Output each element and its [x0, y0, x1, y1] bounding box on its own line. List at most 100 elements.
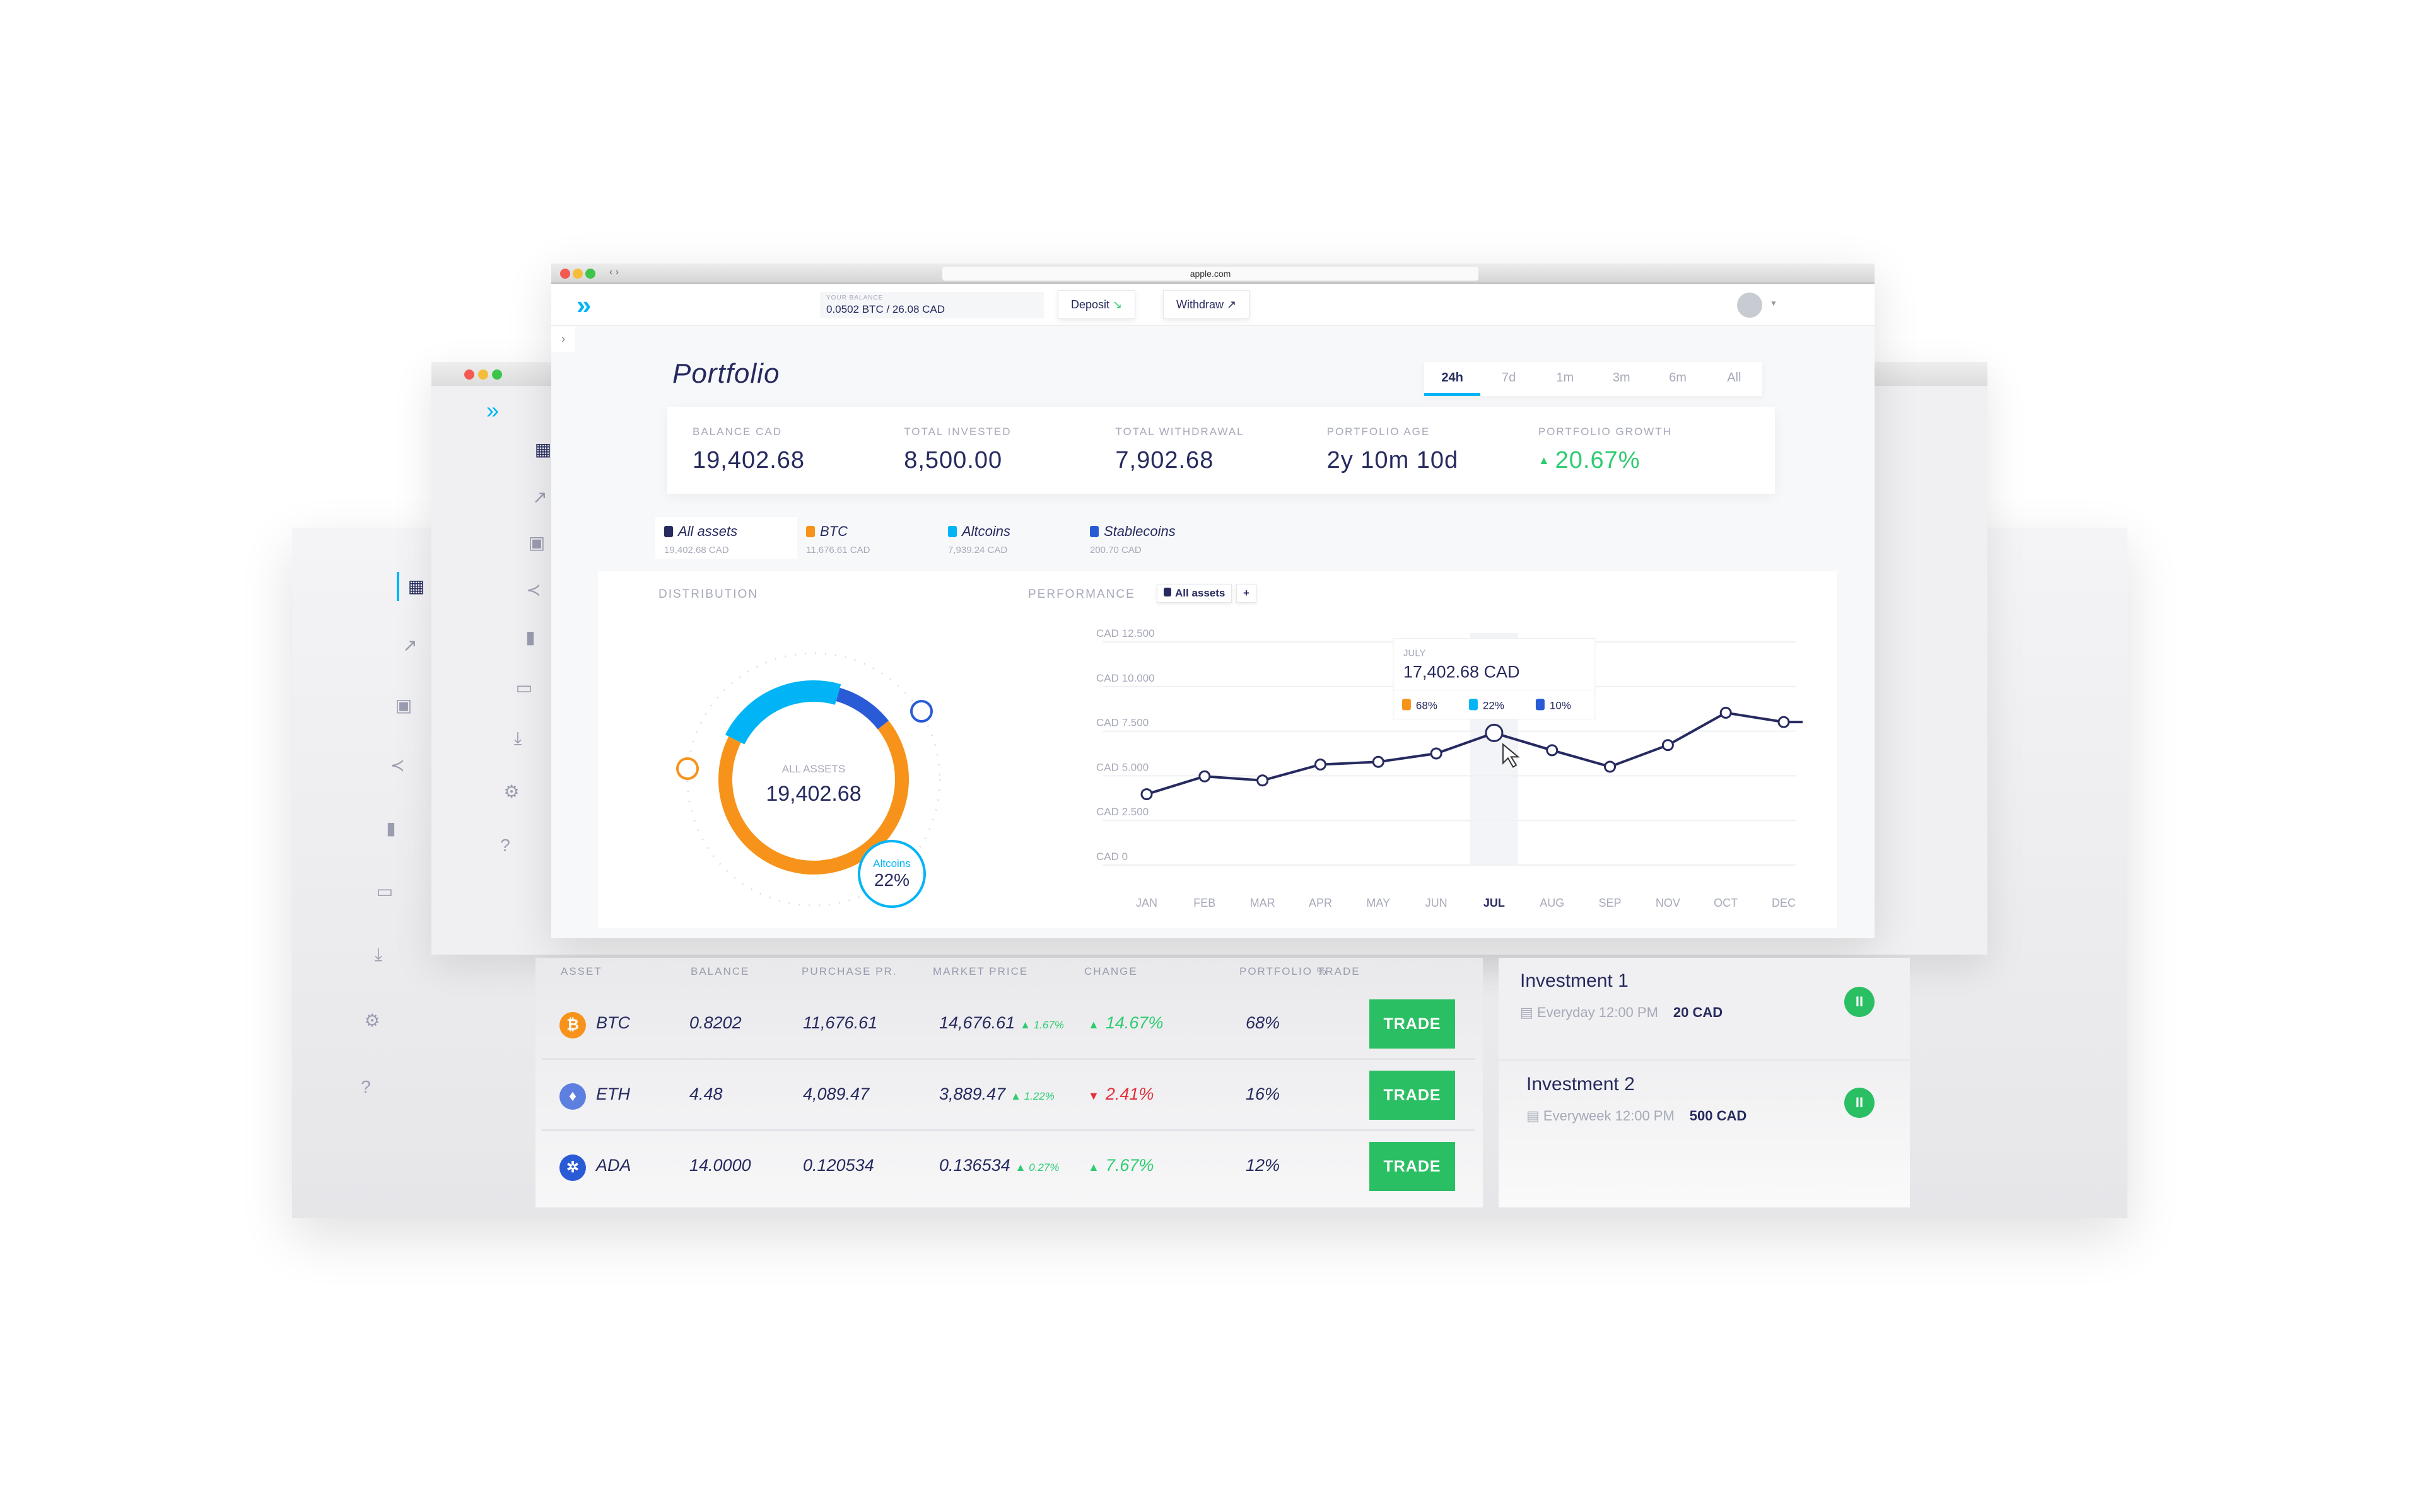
pause-button[interactable]: II [1844, 987, 1875, 1017]
share-icon[interactable]: ≺ [387, 755, 408, 776]
color-swatch-icon [664, 526, 673, 537]
investment-schedule: ▤ Everyday 12:00 PM 20 CAD [1520, 1004, 1723, 1020]
book-icon[interactable]: ▮ [380, 818, 402, 839]
book-icon[interactable]: ▮ [520, 627, 541, 648]
data-point-nov [1661, 739, 1674, 752]
expand-sidebar-button[interactable]: › [551, 327, 575, 352]
column-header: PURCHASE PR. [802, 965, 898, 977]
withdraw-button[interactable]: Withdraw ↗ [1163, 290, 1250, 319]
monitor-icon[interactable]: ▭ [513, 677, 535, 699]
performance-filter-all-assets[interactable]: All assets [1157, 584, 1232, 603]
close-dot[interactable] [464, 369, 474, 380]
help-icon[interactable]: ? [494, 835, 516, 856]
y-tick-label: CAD 0 [1096, 851, 1128, 863]
arrow-up-icon: ▲ [1538, 454, 1550, 467]
dashboard-icon[interactable]: ▦ [406, 576, 427, 597]
table-row: ♦ ETH 4.48 4,089.47 3,889.47 ▲ 1.22% ▼ 2.41% 16%… [542, 1061, 1475, 1131]
performance-label: PERFORMANCE [1028, 588, 1135, 601]
maximize-dot[interactable] [585, 269, 595, 279]
add-filter-button[interactable]: + [1236, 584, 1256, 603]
avatar[interactable] [1737, 293, 1762, 318]
tab-7d[interactable]: 7d [1480, 362, 1536, 396]
asset-tab-value: 7,939.24 CAD [948, 545, 1008, 555]
purchase-price-cell: 0.120534 [803, 1156, 874, 1175]
back-forward-icon[interactable]: ‹ › [609, 267, 619, 278]
investment-card-1[interactable]: Investment 1 ▤ Everyday 12:00 PM 20 CAD I… [1499, 958, 1910, 1059]
x-tick-label: FEB [1193, 897, 1215, 909]
portfolio-percent-cell: 16% [1246, 1085, 1280, 1103]
x-tick-label: APR [1309, 897, 1332, 909]
maximize-dot[interactable] [492, 369, 502, 380]
portfolio-percent-cell: 68% [1246, 1013, 1280, 1032]
color-swatch-icon [948, 526, 957, 537]
asset-tab[interactable]: All assets 19,402.68 CAD [655, 517, 797, 559]
asset-name: BTC [596, 1013, 630, 1032]
stats-card: BALANCE CAD 19,402.68 TOTAL INVESTED 8,500.… [667, 407, 1775, 494]
stat-item: PORTFOLIO GROWTH ▲ 20.67% [1538, 426, 1750, 475]
data-point-sep [1604, 760, 1617, 773]
trend-icon[interactable]: ↗ [529, 487, 551, 508]
asset-tab-value: 200.70 CAD [1090, 545, 1142, 555]
column-header: PORTFOLIO % [1239, 965, 1328, 977]
wallet-icon[interactable]: ▣ [393, 695, 414, 716]
minimize-dot[interactable] [478, 369, 488, 380]
balance-label: YOUR BALANCE [826, 294, 884, 301]
deposit-button[interactable]: Deposit ↘ [1058, 290, 1136, 319]
minimize-dot[interactable] [573, 269, 583, 279]
table-row: ✲ ADA 14.0000 0.120534 0.136534 ▲ 0.27% ▲ 7.67%… [542, 1132, 1475, 1202]
dashboard-icon[interactable]: ▦ [532, 439, 554, 460]
ethereum-icon: ♦ [559, 1083, 586, 1110]
y-tick-label: CAD 5.000 [1096, 761, 1149, 773]
download-icon[interactable]: ⤓ [368, 944, 389, 965]
x-tick-label: MAR [1250, 897, 1275, 909]
asset-tab-label: BTC [806, 523, 930, 540]
trade-button[interactable]: TRADE [1369, 999, 1455, 1049]
asset-name: ADA [596, 1156, 631, 1175]
stat-value: 19,402.68 [693, 447, 805, 474]
x-tick-label: DEC [1772, 897, 1796, 909]
trade-button[interactable]: TRADE [1369, 1142, 1455, 1191]
investment-schedule: ▤ Everyweek 12:00 PM 500 CAD [1526, 1108, 1747, 1124]
altcoins-callout[interactable]: Altcoins 22% [858, 840, 926, 908]
purchase-price-cell: 11,676.61 [803, 1013, 878, 1032]
tab-1m[interactable]: 1m [1537, 362, 1593, 396]
chevron-down-icon[interactable]: ▼ [1770, 299, 1777, 308]
browser-toolbar: ‹ › apple.com [551, 264, 1875, 284]
investment-card-2[interactable]: Investment 2 ▤ Everyweek 12:00 PM 500 CAD… [1499, 1061, 1910, 1207]
asset-tab-label: Stablecoins [1090, 523, 1214, 540]
settings-icon[interactable]: ⚙ [501, 781, 522, 803]
arrow-down-icon: ▼ [1088, 1090, 1099, 1102]
stat-value: 7,902.68 [1115, 447, 1214, 474]
balance-cell: 14.0000 [689, 1156, 751, 1175]
trade-button[interactable]: TRADE [1369, 1071, 1455, 1120]
share-icon[interactable]: ≺ [523, 579, 544, 601]
help-icon[interactable]: ? [355, 1076, 377, 1098]
asset-tab[interactable]: BTC 11,676.61 CAD [797, 517, 939, 559]
pause-button[interactable]: II [1844, 1088, 1875, 1118]
asset-tab[interactable]: Altcoins 7,939.24 CAD [939, 517, 1081, 559]
download-icon[interactable]: ⤓ [507, 728, 529, 749]
withdraw-icon: ↗ [1227, 298, 1237, 311]
close-dot[interactable] [560, 269, 570, 279]
tooltip-value: 17,402.68 CAD [1403, 662, 1520, 681]
wallet-icon[interactable]: ▣ [526, 532, 547, 554]
trend-icon[interactable]: ↗ [399, 635, 421, 656]
asset-tab[interactable]: Stablecoins 200.70 CAD [1081, 517, 1223, 559]
monitor-icon[interactable]: ▭ [374, 881, 395, 902]
investment-title: Investment 2 [1526, 1074, 1635, 1095]
stat-item: BALANCE CAD 19,402.68 [693, 426, 904, 475]
bitcoin-icon: ₿ [559, 1012, 586, 1038]
portfolio-percent-cell: 12% [1246, 1156, 1280, 1175]
tab-24h[interactable]: 24h [1424, 362, 1481, 396]
balance-cell: 4.48 [689, 1085, 723, 1103]
data-point-may [1372, 755, 1384, 768]
settings-icon[interactable]: ⚙ [361, 1010, 383, 1032]
url-bar[interactable]: apple.com [942, 267, 1478, 281]
market-price-cell: 0.136534 ▲ 0.27% [939, 1156, 1060, 1175]
column-header: BALANCE [691, 965, 750, 977]
app-header: » YOUR BALANCE 0.0502 BTC / 26.08 CAD De… [551, 284, 1875, 326]
tab-3m[interactable]: 3m [1593, 362, 1649, 396]
tab-6m[interactable]: 6m [1649, 362, 1705, 396]
tab-All[interactable]: All [1706, 362, 1762, 396]
data-point-jan [1140, 788, 1153, 801]
